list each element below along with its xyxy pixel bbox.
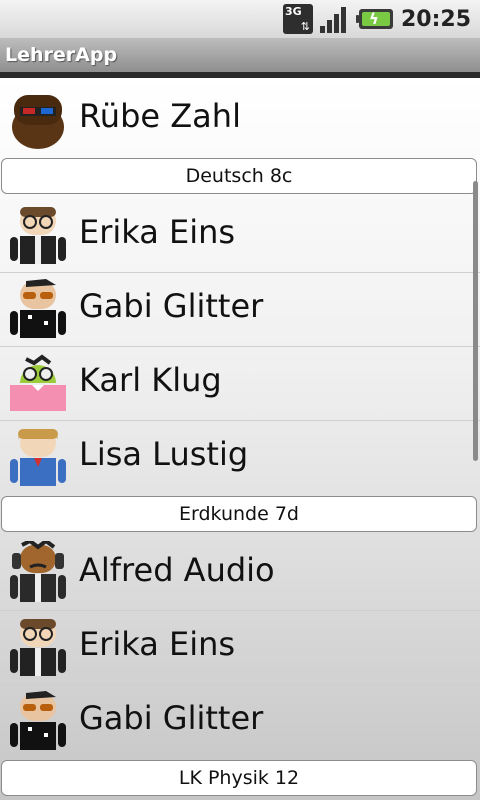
student-name: Gabi Glitter (79, 287, 264, 325)
sunglasses-android-avatar-icon (6, 277, 70, 341)
owner-name: Rübe Zahl (79, 97, 241, 135)
list-item[interactable]: Lisa Lustig (0, 420, 480, 494)
list-item-owner[interactable]: Rübe Zahl (0, 82, 480, 156)
status-clock: 20:25 (400, 6, 471, 32)
list-item[interactable]: Gabi Glitter (0, 272, 480, 346)
bearded-android-avatar-icon (6, 87, 70, 151)
sunglasses-android-avatar-icon (6, 689, 70, 753)
list-item[interactable]: Erika Eins (0, 610, 480, 684)
group-header-erdkunde-7d[interactable]: Erdkunde 7d (1, 496, 477, 532)
signal-strength-icon (319, 4, 359, 34)
group-header-lk-physik-12[interactable]: LK Physik 12 (1, 760, 477, 796)
app-title-bar: LehrerApp (0, 38, 480, 78)
network-type-label: 3G (284, 5, 302, 18)
blonde-android-avatar-icon (6, 425, 70, 489)
headphones-android-avatar-icon (6, 541, 70, 605)
list-item[interactable]: Erika Eins (0, 198, 480, 272)
battery-charging-icon: ϟ (355, 9, 393, 29)
student-name: Erika Eins (79, 213, 236, 251)
nerd-android-avatar-icon (6, 351, 70, 415)
student-name: Karl Klug (79, 361, 222, 399)
app-title: LehrerApp (5, 44, 118, 66)
3g-data-icon: 3G ⇅ (282, 4, 313, 34)
list-item[interactable]: Alfred Audio (0, 536, 480, 610)
student-name: Erika Eins (79, 625, 236, 663)
list-item[interactable]: Karl Klug (0, 346, 480, 420)
student-name: Alfred Audio (79, 551, 275, 589)
student-name: Gabi Glitter (79, 699, 264, 737)
glasses-android-avatar-icon (6, 615, 70, 679)
group-header-deutsch-8c[interactable]: Deutsch 8c (1, 158, 477, 194)
group-header-label: Deutsch 8c (185, 165, 293, 187)
group-header-label: Erdkunde 7d (179, 503, 299, 525)
glasses-android-avatar-icon (6, 203, 70, 267)
list-scrollbar[interactable] (473, 181, 478, 461)
list-item[interactable]: Gabi Glitter (0, 684, 480, 758)
group-header-label: LK Physik 12 (178, 767, 300, 789)
status-bar: 3G ⇅ ϟ 20:25 (0, 0, 480, 38)
student-name: Lisa Lustig (79, 435, 249, 473)
teacher-list[interactable]: Rübe Zahl Deutsch 8c Erika Eins Gabi Gli… (0, 78, 480, 800)
